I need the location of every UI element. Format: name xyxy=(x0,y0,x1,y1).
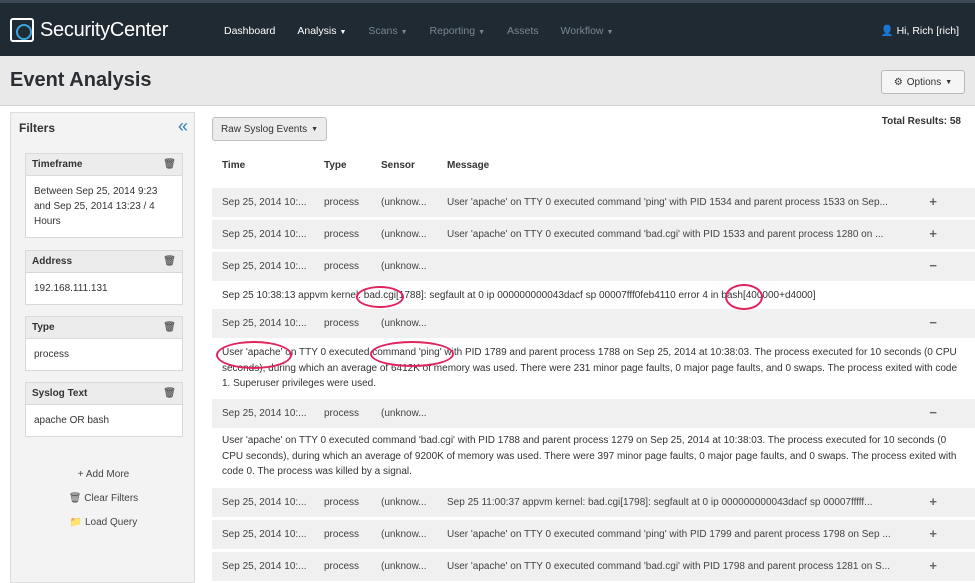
view-select-button[interactable]: Raw Syslog Events ▼ xyxy=(212,117,327,141)
trash-icon[interactable]: 🗑 xyxy=(163,256,176,267)
filter-address[interactable]: Address 🗑 192.168.111.131 xyxy=(25,250,183,305)
col-time[interactable]: Time xyxy=(222,160,245,171)
nav-assets[interactable]: Assets xyxy=(507,25,539,37)
filter-value: apache OR bash xyxy=(34,415,110,426)
collapse-icon[interactable]: − xyxy=(929,258,937,273)
nav-analysis[interactable]: Analysis ▼ xyxy=(297,25,346,37)
trash-icon[interactable]: 🗑 xyxy=(163,159,176,170)
caret-down-icon: ▼ xyxy=(478,29,486,36)
table-row[interactable]: Sep 25, 2014 10:... process (unknow... U… xyxy=(212,519,975,549)
table-row-expanded[interactable]: Sep 25, 2014 10:... process (unknow... − xyxy=(212,308,975,338)
col-message[interactable]: Message xyxy=(447,160,489,171)
top-navbar: SecurityCenter Dashboard Analysis ▼ Scans… xyxy=(0,0,975,56)
filter-value: Between Sep 25, 2014 9:23 and Sep 25, 20… xyxy=(34,186,158,227)
highlight-circle xyxy=(356,286,404,308)
plus-icon: + xyxy=(77,469,84,480)
user-greeting: Hi, Rich [rich] xyxy=(896,25,959,37)
expand-icon[interactable]: + xyxy=(929,194,937,209)
expand-icon[interactable]: + xyxy=(929,558,937,573)
nav-reporting[interactable]: Reporting ▼ xyxy=(430,25,485,37)
app-name: SecurityCenter xyxy=(40,18,169,41)
row-detail-message: User 'apache' on TTY 0 executed command … xyxy=(222,435,957,477)
trash-icon[interactable]: 🗑 xyxy=(163,388,176,399)
highlight-circle xyxy=(370,341,454,367)
caret-down-icon: ▼ xyxy=(339,29,347,36)
main-panel: Raw Syslog Events ▼ Total Results: 58 Ti… xyxy=(200,108,975,583)
page-title: Event Analysis xyxy=(10,69,152,91)
folder-icon: 📁 xyxy=(69,517,83,528)
caret-down-icon: ▼ xyxy=(400,29,408,36)
nav-scans[interactable]: Scans ▼ xyxy=(368,25,407,37)
filter-value: 192.168.111.131 xyxy=(34,283,108,294)
main-nav: Dashboard Analysis ▼ Scans ▼ Reporting ▼ As… xyxy=(224,25,635,37)
expand-icon[interactable]: + xyxy=(929,226,937,241)
table-row-expanded[interactable]: Sep 25, 2014 10:... process (unknow... − xyxy=(212,398,975,428)
nav-workflow[interactable]: Workflow ▼ xyxy=(561,25,614,37)
highlight-circle xyxy=(725,284,763,310)
app-logo[interactable]: SecurityCenter xyxy=(10,17,168,43)
total-results: Total Results: 58 xyxy=(881,116,961,127)
options-button[interactable]: ⚙ Options ▼ xyxy=(881,70,965,94)
row-detail-message: Sep 25 10:38:13 appvm kernel: bad.cgi[17… xyxy=(222,290,816,301)
table-row[interactable]: Sep 25, 2014 10:... process (unknow... U… xyxy=(212,187,975,217)
table-row-expanded[interactable]: Sep 25, 2014 10:... process (unknow... − xyxy=(212,251,975,281)
user-icon: 👤 xyxy=(880,25,894,37)
caret-down-icon: ▼ xyxy=(311,125,319,133)
filter-syslog-text[interactable]: Syslog Text 🗑 apache OR bash xyxy=(25,382,183,437)
logo-icon xyxy=(10,18,34,42)
collapse-icon[interactable]: − xyxy=(929,315,937,330)
page-header: Event Analysis ⚙ Options ▼ xyxy=(0,56,975,106)
nav-dashboard[interactable]: Dashboard xyxy=(224,25,275,37)
expand-icon[interactable]: + xyxy=(929,526,937,541)
row-detail-message: User 'apache' on TTY 0 executed command … xyxy=(222,347,958,389)
col-type[interactable]: Type xyxy=(324,160,347,171)
add-more-link[interactable]: + Add More xyxy=(11,469,196,480)
collapse-sidebar-icon[interactable]: « xyxy=(178,116,188,137)
caret-down-icon: ▼ xyxy=(606,29,614,36)
collapse-icon[interactable]: − xyxy=(929,405,937,420)
filters-title: Filters xyxy=(19,121,56,135)
clear-filters-link[interactable]: 🗑 Clear Filters xyxy=(11,493,196,504)
table-row[interactable]: Sep 25, 2014 10:... process (unknow... U… xyxy=(212,219,975,249)
filters-sidebar: Filters « Timeframe 🗑 Between Sep 25, 201… xyxy=(10,112,195,583)
load-query-link[interactable]: 📁 Load Query xyxy=(11,517,196,528)
filter-type[interactable]: Type 🗑 process xyxy=(25,316,183,371)
table-row[interactable]: Sep 25, 2014 10:... process (unknow... U… xyxy=(212,551,975,581)
caret-down-icon: ▼ xyxy=(945,78,953,86)
trash-icon[interactable]: 🗑 xyxy=(163,322,176,333)
expand-icon[interactable]: + xyxy=(929,494,937,509)
col-sensor[interactable]: Sensor xyxy=(381,160,415,171)
gear-icon: ⚙ xyxy=(893,76,903,88)
filter-value: process xyxy=(34,349,70,360)
user-menu[interactable]: 👤 Hi, Rich [rich] xyxy=(881,24,959,37)
trash-icon: 🗑 xyxy=(68,493,82,504)
highlight-circle xyxy=(216,341,292,369)
table-row[interactable]: Sep 25, 2014 10:... process (unknow... S… xyxy=(212,487,975,517)
filter-timeframe[interactable]: Timeframe 🗑 Between Sep 25, 2014 9:23 and… xyxy=(25,153,183,238)
